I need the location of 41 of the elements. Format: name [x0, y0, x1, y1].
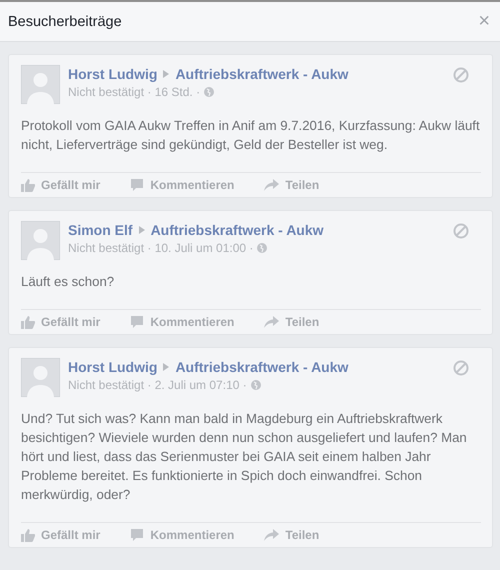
like-button[interactable]: Gefällt mir	[21, 315, 100, 329]
post-meta: Nicht bestätigt · 2. Juli um 07:10 ·	[68, 378, 247, 392]
thumbs-up-icon	[21, 315, 35, 329]
author-link[interactable]: Horst Ludwig	[68, 359, 158, 375]
share-arrow-icon	[264, 529, 280, 541]
thumbs-up-icon	[21, 528, 35, 542]
comment-icon	[130, 528, 144, 542]
thumbs-up-icon	[21, 178, 35, 192]
post-text: Und? Tut sich was? Kann man bald in Magdeburg ein Auftriebskraftwerk besichtigen? Wieviele wurden denn nun schon ausgeliefert und laufen? Man hört und liest, dass das Serienmuster bei GAIA seit einem halben Jahr Probleme bereitet. Es funktionierte in Spich doch einwandfrei. Schon merkwürdig, oder?	[21, 410, 468, 504]
comment-icon	[130, 315, 144, 329]
comment-button[interactable]: Kommentieren	[130, 315, 234, 329]
share-arrow-icon	[264, 316, 280, 328]
triangle-icon	[163, 70, 170, 78]
page-link[interactable]: Auftriebskraftwerk - Aukw	[150, 222, 324, 238]
like-button[interactable]: Gefällt mir	[21, 178, 100, 192]
avatar-icon	[21, 358, 60, 397]
close-button[interactable]: ×	[476, 10, 492, 33]
author-link[interactable]: Simon Elf	[68, 222, 133, 238]
post-meta: Nicht bestätigt · 10. Juli um 01:00 ·	[68, 241, 254, 255]
avatar-icon	[21, 221, 60, 260]
author-link[interactable]: Horst Ludwig	[68, 66, 158, 82]
block-icon[interactable]	[453, 223, 469, 239]
share-button[interactable]: Teilen	[264, 315, 320, 329]
block-icon[interactable]	[453, 67, 469, 83]
comment-button[interactable]: Kommentieren	[130, 528, 234, 542]
triangle-icon	[163, 363, 170, 371]
post-text: Protokoll vom GAIA Aukw Treffen in Anif am 9.7.2016, Kurzfassung: Aukw läuft nicht, Lieferverträge sind gekündigt, Geld der Besteller ist weg.	[21, 117, 481, 154]
avatar-icon	[21, 65, 60, 104]
dialog-title: Besucherbeiträge	[8, 14, 122, 30]
page-link[interactable]: Auftriebskraftwerk - Aukw	[175, 359, 348, 375]
share-arrow-icon	[264, 179, 280, 191]
comment-icon	[130, 178, 144, 192]
share-button[interactable]: Teilen	[264, 178, 320, 192]
post-meta: Nicht bestätigt · 16 Std. ·	[68, 85, 200, 99]
block-icon[interactable]	[453, 360, 469, 376]
triangle-icon	[138, 226, 145, 234]
share-button[interactable]: Teilen	[264, 528, 320, 542]
like-button[interactable]: Gefällt mir	[21, 528, 100, 542]
post-text: Läuft es schon?	[21, 273, 116, 291]
page-link[interactable]: Auftriebskraftwerk - Aukw	[175, 66, 348, 82]
comment-button[interactable]: Kommentieren	[130, 178, 234, 192]
